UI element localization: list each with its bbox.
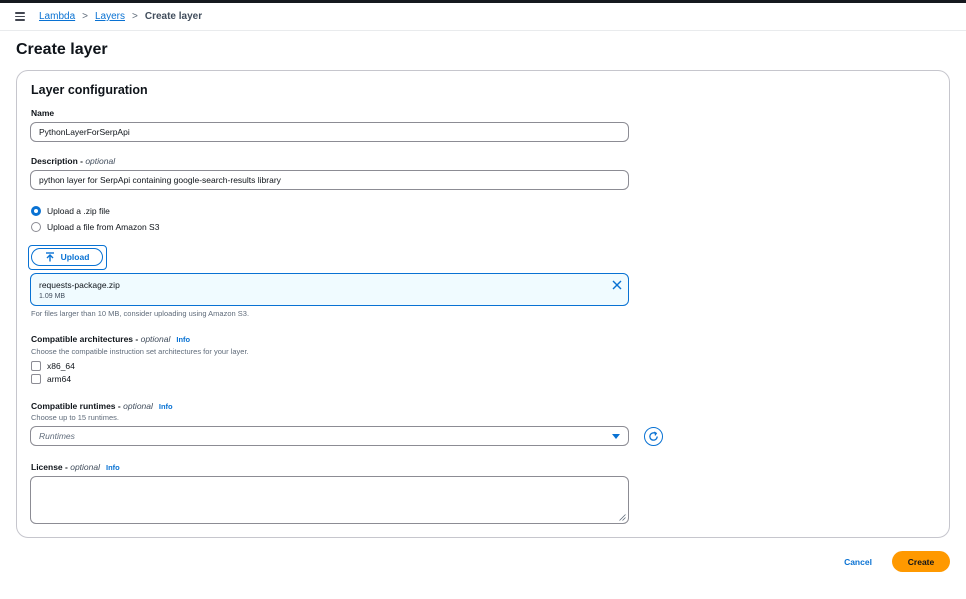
upload-button-focus-ring: Upload — [28, 245, 107, 270]
license-label: License - optional Info — [31, 462, 120, 472]
file-hint: For files larger than 10 MB, consider up… — [31, 309, 250, 318]
description-label-text: Description — [31, 156, 78, 166]
name-input[interactable]: PythonLayerForSerpApi — [30, 122, 629, 142]
upload-button[interactable]: Upload — [31, 248, 103, 266]
license-textarea[interactable] — [30, 476, 629, 524]
file-size: 1.09 MB — [39, 293, 66, 300]
menu-icon[interactable] — [15, 12, 25, 21]
name-label-text: Name — [31, 108, 55, 118]
checkbox-x86-64[interactable]: x86_64 — [31, 361, 75, 371]
breadcrumb-layers[interactable]: Layers — [95, 11, 125, 22]
chevron-right-icon: > — [82, 11, 88, 22]
close-icon[interactable] — [612, 280, 622, 290]
name-input-value: PythonLayerForSerpApi — [39, 127, 130, 137]
architectures-label-text: Compatible architectures — [31, 334, 134, 344]
checkbox-arm64[interactable]: arm64 — [31, 374, 71, 384]
chevron-right-icon: > — [132, 11, 138, 22]
upload-arrow-icon — [45, 252, 54, 262]
checkbox-x86-64-label: x86_64 — [47, 361, 75, 371]
optional-tag: optional — [123, 401, 153, 411]
file-name: requests-package.zip — [39, 280, 120, 290]
optional-tag: optional — [140, 334, 171, 344]
architectures-label: Compatible architectures - optional Info — [31, 334, 191, 344]
runtimes-placeholder: Runtimes — [39, 431, 75, 441]
radio-selected-icon[interactable] — [31, 206, 41, 216]
cancel-button[interactable]: Cancel — [838, 553, 878, 570]
breadcrumb-lambda[interactable]: Lambda — [39, 11, 75, 22]
license-info-link[interactable]: Info — [106, 463, 120, 472]
resize-grip-icon[interactable] — [619, 514, 626, 521]
layer-configuration-panel: Layer configuration Name PythonLayerForS… — [16, 70, 950, 538]
checkbox-arm64-label: arm64 — [47, 374, 72, 384]
page-title: Create layer — [16, 41, 108, 58]
breadcrumb-current: Create layer — [144, 11, 203, 22]
runtimes-label: Compatible runtimes - optional Info — [31, 401, 173, 411]
refresh-icon — [649, 431, 658, 441]
description-input-value: python layer for SerpApi containing goog… — [39, 175, 281, 185]
runtimes-select[interactable]: Runtimes — [30, 426, 629, 446]
radio-upload-s3-label: Upload a file from Amazon S3 — [47, 222, 160, 232]
optional-tag: optional — [85, 156, 116, 166]
architectures-hint: Choose the compatible instruction set ar… — [31, 347, 249, 356]
checkbox-icon[interactable] — [31, 361, 41, 371]
refresh-button[interactable] — [644, 427, 663, 446]
optional-tag: optional — [70, 462, 100, 472]
upload-button-label: Upload — [60, 252, 90, 262]
license-label-text: License — [31, 462, 63, 472]
caret-down-icon — [612, 433, 620, 439]
checkbox-icon[interactable] — [31, 374, 41, 384]
radio-upload-s3[interactable]: Upload a file from Amazon S3 — [31, 222, 159, 232]
uploaded-file-token: requests-package.zip 1.09 MB — [30, 273, 629, 306]
description-label: Description - optional — [31, 156, 116, 166]
runtimes-label-text: Compatible runtimes — [31, 401, 116, 411]
radio-upload-zip-label: Upload a .zip file — [47, 206, 110, 216]
description-input[interactable]: python layer for SerpApi containing goog… — [30, 170, 629, 190]
runtimes-hint: Choose up to 15 runtimes. — [31, 413, 119, 422]
runtimes-info-link[interactable]: Info — [159, 402, 173, 411]
breadcrumb: Lambda > Layers > Create layer — [0, 3, 966, 31]
radio-unselected-icon[interactable] — [31, 222, 41, 232]
create-button[interactable]: Create — [892, 551, 950, 572]
architectures-info-link[interactable]: Info — [176, 335, 190, 344]
panel-title: Layer configuration — [31, 83, 148, 97]
name-label: Name — [31, 108, 54, 118]
radio-upload-zip[interactable]: Upload a .zip file — [31, 206, 110, 216]
